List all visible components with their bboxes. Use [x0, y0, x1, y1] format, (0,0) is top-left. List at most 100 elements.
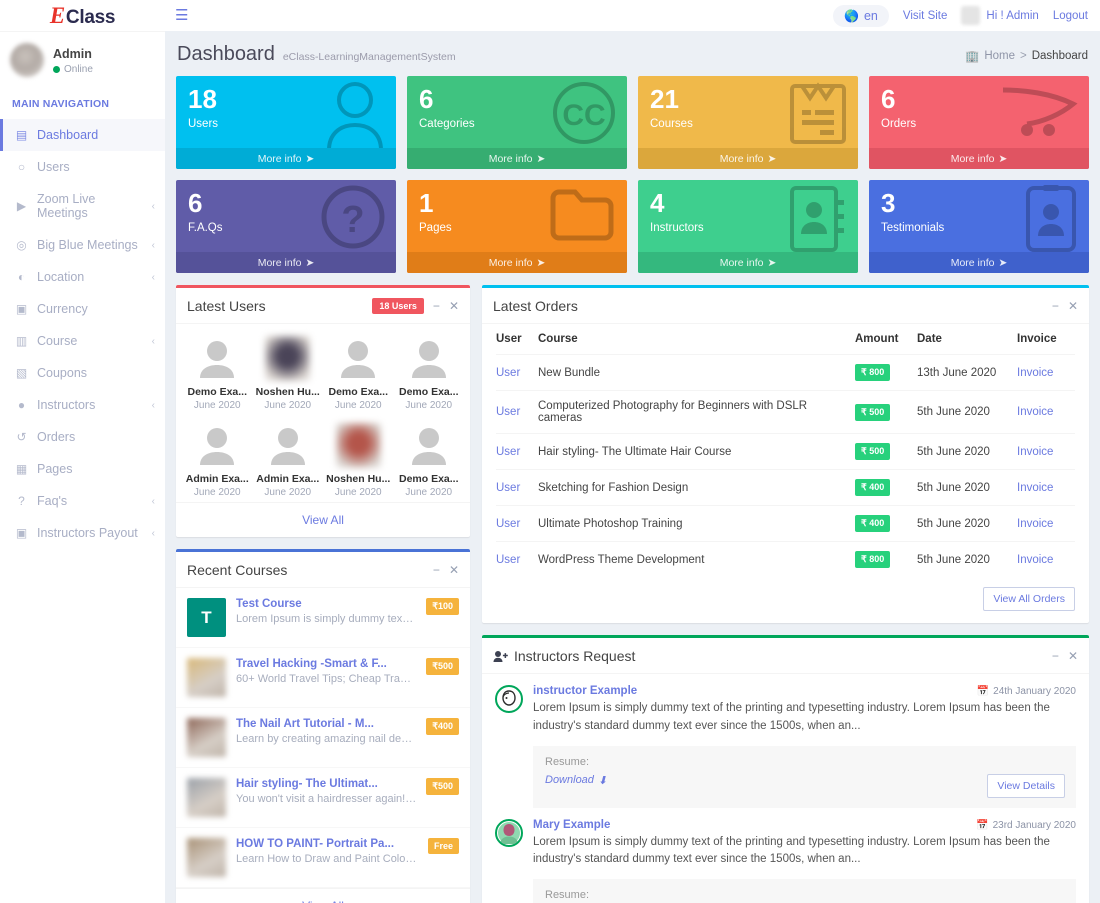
list-item[interactable]: Travel Hacking -Smart & F... 60+ World Tr… [176, 648, 470, 708]
sidebar-item-users[interactable]: ○ Users [0, 151, 165, 183]
breadcrumb-home[interactable]: Home [984, 50, 1015, 62]
collapse-icon[interactable]: − [1052, 650, 1059, 662]
logout-link[interactable]: Logout [1053, 10, 1088, 22]
invoice-link[interactable]: Invoice [1017, 554, 1053, 566]
order-user-link[interactable]: User [496, 446, 520, 458]
more-info-link[interactable]: More info ➤ [176, 252, 396, 273]
brand-logo[interactable]: EClass [0, 0, 165, 31]
stat-box-categories[interactable]: CC 6 Categories More info ➤ [407, 76, 627, 169]
sidebar-item-orders[interactable]: ↺ Orders [0, 421, 165, 453]
latest-users-panel: Latest Users 18 Users − ✕ Demo Exa... Jun… [176, 285, 470, 537]
hamburger-icon[interactable]: ☰ [175, 8, 188, 23]
visit-site-link[interactable]: Visit Site [903, 10, 948, 22]
stat-box-f-a-qs[interactable]: ? 6 F.A.Qs More info ➤ [176, 180, 396, 273]
instructor-request-item: instructor Example 📅 24th January 2020 Lore… [482, 674, 1089, 808]
instructor-name-link[interactable]: instructor Example [533, 685, 637, 697]
sidebar-item-currency[interactable]: ▣ Currency [0, 293, 165, 325]
sidebar-item-dashboard[interactable]: ▤ Dashboard [0, 119, 165, 151]
more-info-link[interactable]: More info ➤ [176, 148, 396, 169]
order-user-link[interactable]: User [496, 367, 520, 379]
column-header: User [496, 324, 538, 355]
close-icon[interactable]: ✕ [1068, 300, 1078, 312]
more-info-link[interactable]: More info ➤ [407, 148, 627, 169]
collapse-icon[interactable]: − [433, 564, 440, 576]
collapse-icon[interactable]: − [433, 300, 440, 312]
invoice-link[interactable]: Invoice [1017, 518, 1053, 530]
order-user-link[interactable]: User [496, 406, 520, 418]
instructor-name-link[interactable]: Mary Example [533, 819, 610, 831]
view-details-button[interactable]: View Details [987, 773, 1065, 798]
list-item[interactable]: Demo Exa... June 2020 [182, 336, 253, 411]
more-info-link[interactable]: More info ➤ [638, 148, 858, 169]
list-item[interactable]: Admin Exa... June 2020 [182, 423, 253, 498]
view-all-users-link[interactable]: View All [302, 513, 344, 527]
column-header: Invoice [1017, 324, 1075, 355]
order-amount-badge: ₹ 800 [855, 551, 891, 568]
list-item[interactable]: Noshen Hu... June 2020 [253, 336, 324, 411]
list-item[interactable]: T Test Course Lorem Ipsum is simply dummy … [176, 588, 470, 648]
more-info-label: More info [950, 256, 995, 269]
more-info-link[interactable]: More info ➤ [869, 148, 1089, 169]
course-title-link[interactable]: The Nail Art Tutorial - M... [236, 718, 416, 730]
invoice-link[interactable]: Invoice [1017, 367, 1053, 379]
invoice-link[interactable]: Invoice [1017, 406, 1053, 418]
list-item[interactable]: The Nail Art Tutorial - M... Learn by cre… [176, 708, 470, 768]
order-course: Sketching for Fashion Design [538, 469, 855, 506]
stat-box-orders[interactable]: 6 Orders More info ➤ [869, 76, 1089, 169]
globe-icon: 🌎 [844, 8, 859, 23]
language-selector[interactable]: 🌎 en [833, 4, 889, 27]
list-item[interactable]: Noshen Hu... June 2020 [323, 423, 394, 498]
stat-box-users[interactable]: 18 Users More info ➤ [176, 76, 396, 169]
user-name: Demo Exa... [328, 386, 389, 398]
list-item[interactable]: Demo Exa... June 2020 [323, 336, 394, 411]
sidebar-user-panel[interactable]: Admin Online [0, 31, 165, 88]
stat-box-courses[interactable]: 21 Courses More info ➤ [638, 76, 858, 169]
list-item[interactable]: Hair styling- The Ultimat... You won't vi… [176, 768, 470, 828]
view-all-orders-button[interactable]: View All Orders [983, 587, 1075, 611]
column-header: Date [917, 324, 1017, 355]
user-join-date: June 2020 [334, 487, 382, 498]
invoice-link[interactable]: Invoice [1017, 446, 1053, 458]
sidebar-item-coupons[interactable]: ▧ Coupons [0, 357, 165, 389]
list-item[interactable]: Admin Exa... June 2020 [253, 423, 324, 498]
resume-download-link[interactable]: Download ⬇ [545, 774, 607, 787]
sidebar-item-faq-s[interactable]: ? Faq's ‹ [0, 485, 165, 517]
stat-box-testimonials[interactable]: 3 Testimonials More info ➤ [869, 180, 1089, 273]
sidebar-item-zoom-live-meetings[interactable]: ▶ Zoom Live Meetings ‹ [0, 183, 165, 229]
instructors-request-panel: Instructors Request − ✕ instructor Examp… [482, 635, 1089, 903]
more-info-link[interactable]: More info ➤ [638, 252, 858, 273]
list-item[interactable]: Demo Exa... June 2020 [394, 423, 465, 498]
right-column: Latest Orders − ✕ User Course Amount Date In… [482, 285, 1089, 903]
sidebar-item-big-blue-meetings[interactable]: ◎ Big Blue Meetings ‹ [0, 229, 165, 261]
stat-value: 21 [650, 84, 679, 114]
stat-box-pages[interactable]: 1 Pages More info ➤ [407, 180, 627, 273]
sidebar-item-course[interactable]: ▥ Course ‹ [0, 325, 165, 357]
close-icon[interactable]: ✕ [449, 300, 459, 312]
invoice-link[interactable]: Invoice [1017, 482, 1053, 494]
course-title-link[interactable]: Test Course [236, 598, 416, 610]
order-user-link[interactable]: User [496, 482, 520, 494]
more-info-link[interactable]: More info ➤ [869, 252, 1089, 273]
list-item[interactable]: HOW TO PAINT- Portrait Pa... Learn How to… [176, 828, 470, 888]
stat-box-instructors[interactable]: 4 Instructors More info ➤ [638, 180, 858, 273]
sidebar-item-location[interactable]: ◐ Location ‹ [0, 261, 165, 293]
payout-icon: ▣ [15, 526, 28, 540]
avatar [10, 43, 44, 77]
sidebar-item-pages[interactable]: ▦ Pages [0, 453, 165, 485]
view-all-courses-link[interactable]: View All [302, 899, 344, 903]
sidebar-item-instructors-payout[interactable]: ▣ Instructors Payout ‹ [0, 517, 165, 549]
close-icon[interactable]: ✕ [1068, 650, 1078, 662]
course-title-link[interactable]: Hair styling- The Ultimat... [236, 778, 416, 790]
sidebar-item-instructors[interactable]: ● Instructors ‹ [0, 389, 165, 421]
account-menu[interactable]: Hi ! Admin [961, 6, 1039, 25]
course-title-link[interactable]: Travel Hacking -Smart & F... [236, 658, 416, 670]
order-date: 5th June 2020 [917, 433, 1017, 470]
panel-title-label: Instructors Request [514, 648, 636, 664]
order-user-link[interactable]: User [496, 554, 520, 566]
order-user-link[interactable]: User [496, 518, 520, 530]
more-info-link[interactable]: More info ➤ [407, 252, 627, 273]
list-item[interactable]: Demo Exa... June 2020 [394, 336, 465, 411]
close-icon[interactable]: ✕ [449, 564, 459, 576]
collapse-icon[interactable]: − [1052, 300, 1059, 312]
course-title-link[interactable]: HOW TO PAINT- Portrait Pa... [236, 838, 418, 850]
